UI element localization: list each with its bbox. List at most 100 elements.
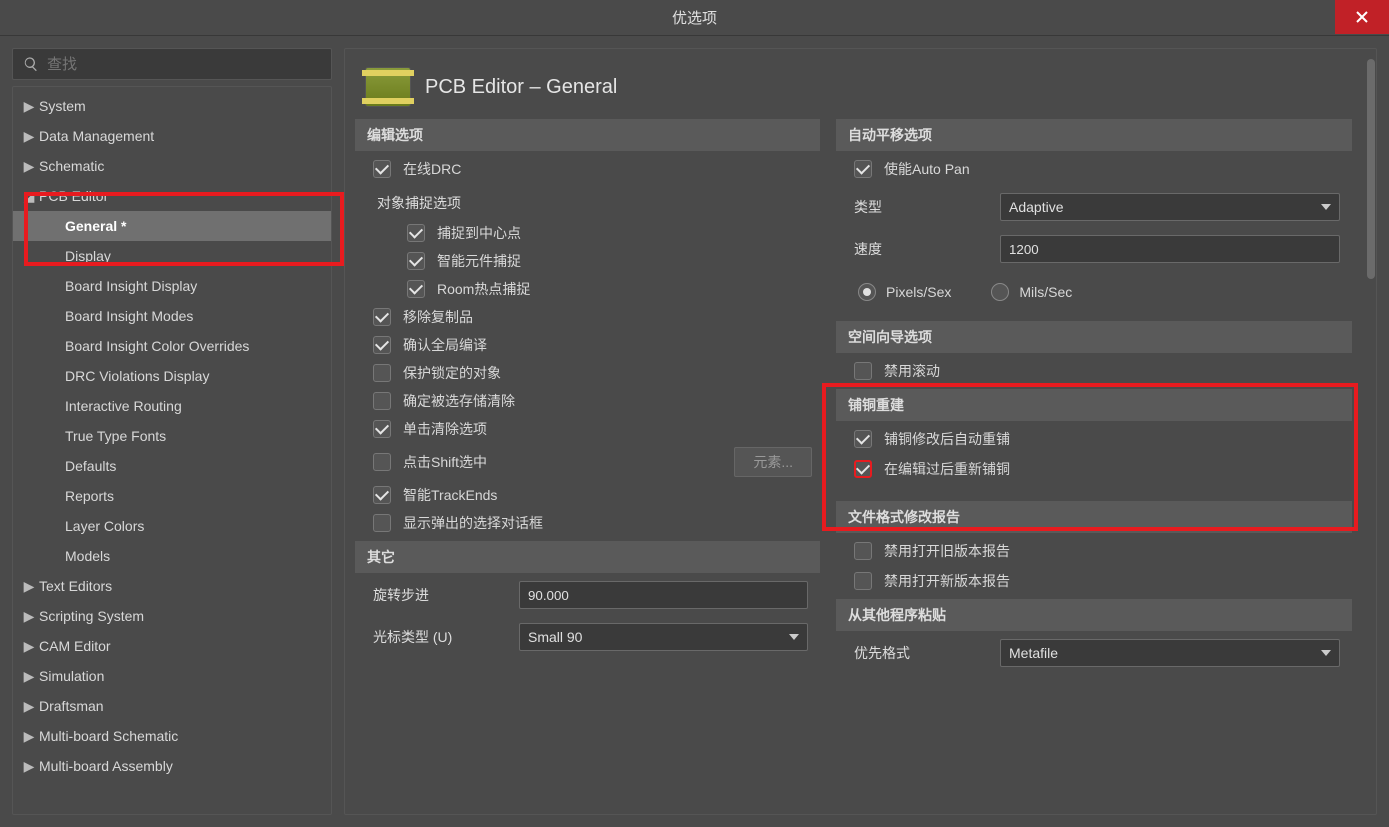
close-button[interactable] — [1335, 0, 1389, 34]
checkbox-click-clears[interactable] — [373, 420, 391, 438]
chevron-right-icon: ▶ — [19, 156, 39, 176]
checkbox-protect-locked[interactable] — [373, 364, 391, 382]
label-mils-per-sec: Mils/Sec — [1019, 284, 1072, 300]
label-remove-duplicates: 移除复制品 — [403, 307, 473, 327]
tree-item-label: Models — [65, 548, 110, 564]
tree-item[interactable]: ▶Text Editors — [13, 571, 331, 601]
tree-item-label: Layer Colors — [65, 518, 144, 534]
label-snap-center: 捕捉到中心点 — [437, 223, 521, 243]
tree-item[interactable]: ▶CAM Editor — [13, 631, 331, 661]
dropdown-autopan-type[interactable]: Adaptive — [1000, 193, 1340, 221]
tree-item-label: Board Insight Color Overrides — [65, 338, 249, 354]
chevron-right-icon: ▶ — [19, 756, 39, 776]
label-cursor-type: 光标类型 (U) — [373, 627, 503, 647]
elements-button[interactable]: 元素... — [734, 447, 812, 477]
section-spacenav: 空间向导选项 — [836, 321, 1352, 353]
section-autopan: 自动平移选项 — [836, 119, 1352, 151]
tree-item-label: DRC Violations Display — [65, 368, 209, 384]
checkbox-shift-click[interactable] — [373, 453, 391, 471]
tree-item[interactable]: General * — [13, 211, 331, 241]
tree-item-label: Text Editors — [39, 578, 112, 594]
input-autopan-speed[interactable] — [1000, 235, 1340, 263]
label-confirm-global: 确认全局编译 — [403, 335, 487, 355]
label-disable-old-report: 禁用打开旧版本报告 — [884, 541, 1010, 561]
chevron-down-icon — [789, 634, 799, 640]
tree-item[interactable]: ▶Data Management — [13, 121, 331, 151]
tree-item-label: Schematic — [39, 158, 104, 174]
window-title: 优选项 — [672, 7, 717, 28]
tree-item[interactable]: DRC Violations Display — [13, 361, 331, 391]
label-repour-on-edit: 在编辑过后重新铺铜 — [884, 459, 1010, 479]
label-click-clears: 单击清除选项 — [403, 419, 487, 439]
checkbox-remove-duplicates[interactable] — [373, 308, 391, 326]
tree-item[interactable]: ▶Schematic — [13, 151, 331, 181]
label-disable-scroll: 禁用滚动 — [884, 361, 940, 381]
scrollbar-thumb[interactable] — [1367, 59, 1375, 279]
tree-item-label: Board Insight Display — [65, 278, 197, 294]
checkbox-snap-center[interactable] — [407, 224, 425, 242]
titlebar: 优选项 — [0, 0, 1389, 36]
checkbox-room-hotspot-snap[interactable] — [407, 280, 425, 298]
preferences-tree[interactable]: ▶System▶Data Management▶Schematic◢PCB Ed… — [12, 86, 332, 815]
scrollbar[interactable] — [1366, 59, 1376, 804]
chevron-down-icon — [1321, 650, 1331, 656]
checkbox-online-drc[interactable] — [373, 160, 391, 178]
tree-item[interactable]: ▶Multi-board Schematic — [13, 721, 331, 751]
tree-item[interactable]: Board Insight Color Overrides — [13, 331, 331, 361]
radio-mils-per-sec[interactable] — [991, 283, 1009, 301]
chevron-right-icon: ▶ — [19, 666, 39, 686]
input-rotation-step[interactable] — [519, 581, 808, 609]
tree-item-label: Reports — [65, 488, 114, 504]
dropdown-preferred-format[interactable]: Metafile — [1000, 639, 1340, 667]
page-title: PCB Editor – General — [425, 76, 617, 99]
tree-item[interactable]: Display — [13, 241, 331, 271]
tree-item[interactable]: Models — [13, 541, 331, 571]
checkbox-show-select-dialog[interactable] — [373, 514, 391, 532]
checkbox-smart-trackends[interactable] — [373, 486, 391, 504]
tree-item[interactable]: Board Insight Display — [13, 271, 331, 301]
checkbox-disable-scroll[interactable] — [854, 362, 872, 380]
tree-item-label: Multi-board Schematic — [39, 728, 178, 744]
chevron-right-icon: ▶ — [19, 576, 39, 596]
tree-item[interactable]: Reports — [13, 481, 331, 511]
tree-item[interactable]: Board Insight Modes — [13, 301, 331, 331]
tree-item-label: Multi-board Assembly — [39, 758, 173, 774]
label-snap-options: 对象捕捉选项 — [373, 187, 812, 215]
radio-pixels-per-sec[interactable] — [858, 283, 876, 301]
label-smart-component-snap: 智能元件捕捉 — [437, 251, 521, 271]
tree-item-label: Display — [65, 248, 111, 264]
label-protect-locked: 保护锁定的对象 — [403, 363, 501, 383]
tree-item[interactable]: ◢PCB Editor — [13, 181, 331, 211]
tree-item-label: PCB Editor — [39, 188, 108, 204]
label-enable-autopan: 使能Auto Pan — [884, 159, 970, 179]
label-show-select-dialog: 显示弹出的选择对话框 — [403, 513, 543, 533]
checkbox-smart-component-snap[interactable] — [407, 252, 425, 270]
checkbox-confirm-global[interactable] — [373, 336, 391, 354]
tree-item[interactable]: Defaults — [13, 451, 331, 481]
checkbox-auto-repour[interactable] — [854, 430, 872, 448]
tree-item[interactable]: True Type Fonts — [13, 421, 331, 451]
search-box[interactable] — [12, 48, 332, 80]
label-confirm-memory-clear: 确定被选存储清除 — [403, 391, 515, 411]
checkbox-enable-autopan[interactable] — [854, 160, 872, 178]
checkbox-confirm-memory-clear[interactable] — [373, 392, 391, 410]
tree-item[interactable]: ▶Simulation — [13, 661, 331, 691]
pcb-chip-icon — [365, 67, 411, 107]
main-panel: PCB Editor – General 编辑选项 在线DRC 对象捕捉选项 捕… — [344, 48, 1377, 815]
tree-item[interactable]: ▶Draftsman — [13, 691, 331, 721]
tree-item-label: Interactive Routing — [65, 398, 182, 414]
section-edit-options: 编辑选项 — [355, 119, 820, 151]
tree-item[interactable]: ▶Scripting System — [13, 601, 331, 631]
chevron-right-icon: ▶ — [19, 726, 39, 746]
checkbox-disable-old-report[interactable] — [854, 542, 872, 560]
dropdown-cursor-type[interactable]: Small 90 — [519, 623, 808, 651]
dropdown-cursor-type-value: Small 90 — [528, 629, 582, 645]
tree-item[interactable]: ▶System — [13, 91, 331, 121]
tree-item[interactable]: Layer Colors — [13, 511, 331, 541]
checkbox-repour-on-edit[interactable] — [854, 460, 872, 478]
tree-item[interactable]: Interactive Routing — [13, 391, 331, 421]
checkbox-disable-new-report[interactable] — [854, 572, 872, 590]
search-input[interactable] — [47, 56, 321, 73]
tree-item[interactable]: ▶Multi-board Assembly — [13, 751, 331, 781]
label-online-drc: 在线DRC — [403, 159, 461, 179]
